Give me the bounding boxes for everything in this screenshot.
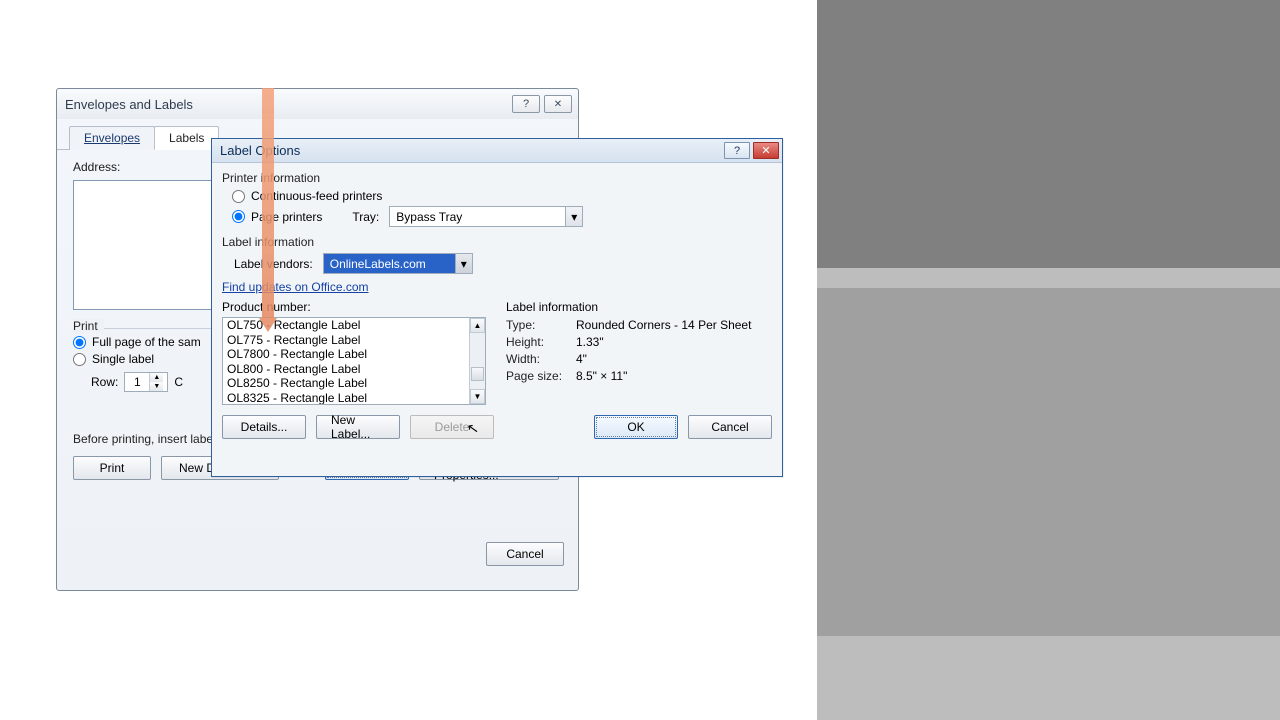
list-item[interactable]: OL8250 - Rectangle Label — [223, 376, 469, 391]
radio-continuous-feed[interactable]: Continuous-feed printers — [232, 189, 772, 203]
type-label: Type: — [506, 318, 576, 332]
label-options-titlebar[interactable]: Label Options ? ✕ — [212, 139, 782, 163]
ok-button[interactable]: OK — [594, 415, 678, 439]
pagesize-value: 8.5" × 11" — [576, 369, 772, 383]
label-options-dialog: Label Options ? ✕ Printer information Co… — [211, 138, 783, 477]
radio-continuous-feed-input[interactable] — [232, 190, 245, 203]
pagesize-label: Page size: — [506, 369, 576, 383]
list-item[interactable]: OL800 - Rectangle Label — [223, 362, 469, 377]
list-item[interactable]: OL775 - Rectangle Label — [223, 333, 469, 348]
tray-dropdown[interactable]: Bypass Tray ▾ — [389, 206, 583, 227]
label-info-heading: Label information — [222, 235, 772, 249]
radio-page-printers-input[interactable] — [232, 210, 245, 223]
dialog-titlebar[interactable]: Envelopes and Labels ? ✕ — [57, 89, 578, 119]
close-button[interactable]: ✕ — [544, 95, 572, 113]
tab-labels[interactable]: Labels — [154, 126, 219, 150]
radio-page-printers[interactable]: Page printers — [232, 210, 322, 224]
list-item[interactable]: OL8325 - Rectangle Label — [223, 391, 469, 405]
listbox-scrollbar[interactable]: ▲ ▼ — [469, 318, 485, 404]
delete-button: Delete — [410, 415, 494, 439]
help-button[interactable]: ? — [724, 142, 750, 159]
updates-link[interactable]: Find updates on Office.com — [222, 280, 369, 294]
help-button[interactable]: ? — [512, 95, 540, 113]
radio-single-label-input[interactable] — [73, 353, 86, 366]
chevron-down-icon[interactable]: ▾ — [455, 254, 472, 273]
scroll-track[interactable] — [470, 333, 485, 389]
label-options-title: Label Options — [220, 143, 300, 158]
radio-full-page-input[interactable] — [73, 336, 86, 349]
list-item[interactable]: OL7800 - Rectangle Label — [223, 347, 469, 362]
row-input[interactable] — [125, 374, 149, 390]
print-group-label: Print — [73, 319, 104, 333]
width-label: Width: — [506, 352, 576, 366]
tray-label: Tray: — [352, 210, 379, 224]
column-label-stub: C — [174, 375, 183, 389]
scroll-down-icon[interactable]: ▼ — [470, 389, 485, 404]
row-spinner[interactable]: ▲ ▼ — [124, 372, 168, 392]
printer-info-heading: Printer information — [222, 171, 772, 185]
new-label-button[interactable]: New Label... — [316, 415, 400, 439]
width-value: 4" — [576, 352, 772, 366]
height-label: Height: — [506, 335, 576, 349]
dialog-title: Envelopes and Labels — [65, 97, 193, 112]
tab-envelopes[interactable]: Envelopes — [69, 126, 155, 150]
row-label: Row: — [91, 375, 118, 389]
print-button[interactable]: Print — [73, 456, 151, 480]
row-up-icon[interactable]: ▲ — [149, 373, 163, 382]
scroll-up-icon[interactable]: ▲ — [470, 318, 485, 333]
type-value: Rounded Corners - 14 Per Sheet — [576, 318, 772, 332]
chevron-down-icon[interactable]: ▾ — [565, 207, 582, 226]
background-panel — [817, 0, 1280, 720]
label-info-right-heading: Label information — [506, 300, 772, 314]
annotation-arrow-icon — [262, 88, 274, 318]
cancel-button[interactable]: Cancel — [486, 542, 564, 566]
cancel-button[interactable]: Cancel — [688, 415, 772, 439]
details-button[interactable]: Details... — [222, 415, 306, 439]
close-button[interactable]: ✕ — [753, 142, 779, 159]
scroll-thumb[interactable] — [471, 367, 484, 381]
vendors-dropdown[interactable]: OnlineLabels.com ▾ — [323, 253, 473, 274]
height-value: 1.33" — [576, 335, 772, 349]
row-down-icon[interactable]: ▼ — [149, 382, 163, 391]
